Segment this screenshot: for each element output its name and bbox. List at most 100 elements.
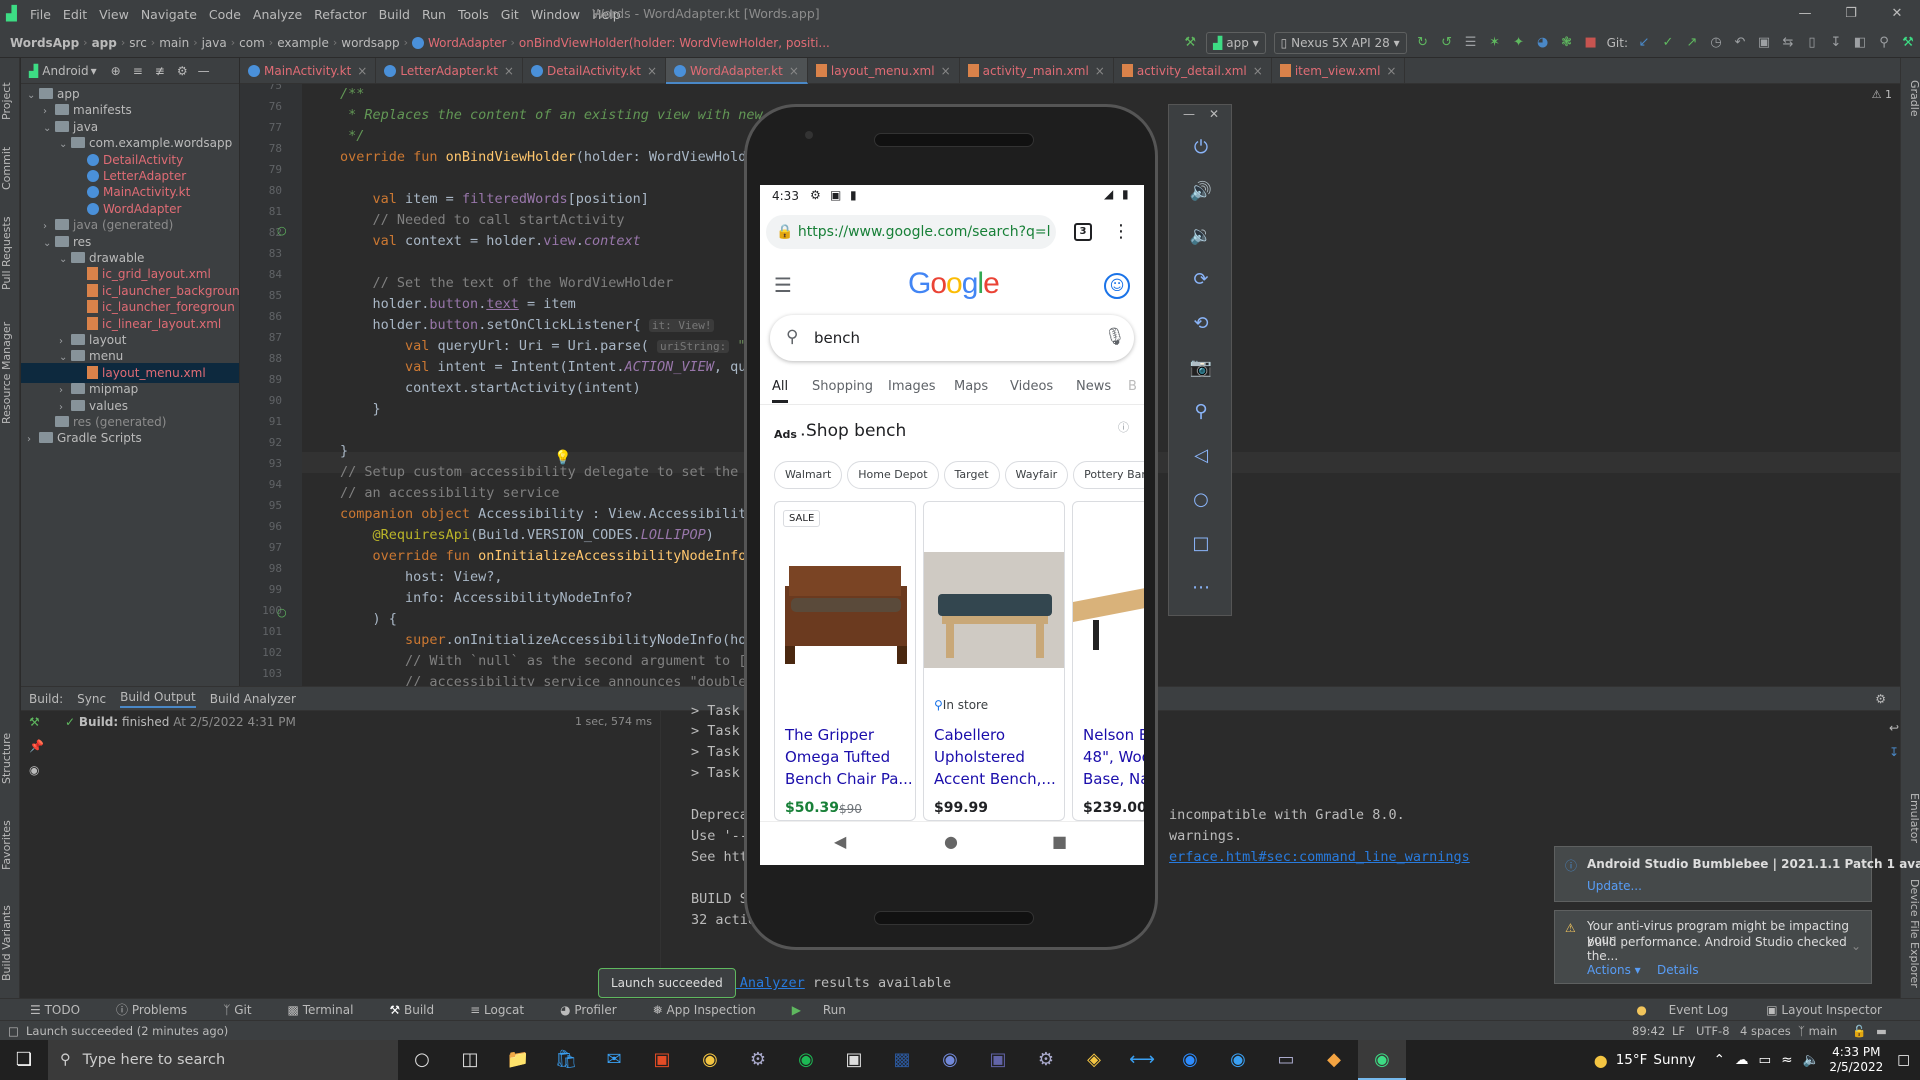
breadcrumb-wordadapter[interactable]: WordAdapter (428, 36, 506, 50)
search-tab-news[interactable]: News (1076, 379, 1111, 394)
rollback-icon[interactable]: ↶ (1730, 33, 1750, 53)
menu-tools[interactable]: Tools (452, 7, 495, 22)
close-icon[interactable]: ✕ (1874, 0, 1920, 28)
caret-position[interactable]: 89:42 (1632, 1021, 1665, 1041)
chevron-right-icon[interactable]: › (27, 430, 39, 448)
breadcrumb-function[interactable]: onBindViewHolder(holder: WordViewHolder,… (519, 36, 830, 50)
build-status-row[interactable]: ✓ Build: finished At 2/5/2022 4:31 PM (65, 715, 296, 729)
close-tab-icon[interactable]: × (504, 64, 514, 78)
apply-changes-icon[interactable]: ↺ (1437, 33, 1457, 53)
chrome-icon[interactable]: ◉ (686, 1040, 734, 1080)
weather-sun-icon[interactable]: ● (1594, 1051, 1608, 1070)
profiler-icon[interactable]: ◕ (1533, 33, 1553, 53)
task-view-icon[interactable]: ◫ (446, 1040, 494, 1080)
close-tab-icon[interactable]: × (357, 64, 367, 78)
logcat-tool-button[interactable]: ≡ Logcat (470, 1003, 542, 1017)
overview-icon[interactable]: □ (1169, 533, 1233, 554)
app-icon[interactable]: ▣ (830, 1040, 878, 1080)
build-tool-button[interactable]: ⚒ Build (389, 1003, 452, 1017)
windows-start-icon[interactable]: ❏ (0, 1040, 48, 1080)
search-tab-more[interactable]: B (1128, 379, 1137, 394)
menu-file[interactable]: File (24, 7, 57, 22)
tab-build-output[interactable]: Build Output (120, 690, 196, 708)
restore-icon[interactable]: ❐ (1828, 0, 1874, 28)
editor-tab[interactable]: DetailActivity.kt × (523, 58, 667, 84)
volume-up-icon[interactable]: 🔊 (1169, 181, 1233, 202)
weather-text[interactable]: Sunny (1653, 1052, 1695, 1068)
memory-icon[interactable]: ▬ (1876, 1021, 1887, 1041)
device-manager-icon[interactable]: ◧ (1850, 33, 1870, 53)
spotify-icon[interactable]: ◉ (782, 1040, 830, 1080)
layout-inspector-button[interactable]: ▣ Layout Inspector (1766, 1003, 1900, 1017)
resource-manager-tool-tab[interactable]: Resource Manager (0, 308, 20, 438)
hamburger-menu-icon[interactable]: ☰ (774, 273, 792, 297)
lock-icon[interactable]: 🔓 (1852, 1021, 1866, 1041)
menu-edit[interactable]: Edit (57, 7, 93, 22)
search-tab-all[interactable]: All (772, 379, 789, 403)
zoom-icon[interactable]: ⚲ (1169, 401, 1233, 422)
history-icon[interactable]: ◷ (1706, 33, 1726, 53)
close-tab-icon[interactable]: × (789, 64, 799, 78)
rotate-left-icon[interactable]: ⟳ (1169, 269, 1233, 290)
editor-tab[interactable]: LetterAdapter.kt × (376, 58, 523, 84)
more-options-icon[interactable]: ⋯ (1169, 577, 1233, 598)
expand-icon[interactable]: ⌄ (1851, 939, 1861, 953)
tree-item[interactable]: › Gradle Scripts (21, 428, 239, 448)
favorites-tool-tab[interactable]: Favorites (0, 810, 20, 880)
override-marker-icon[interactable]: ○ (277, 224, 287, 237)
panel-settings-icon[interactable]: ⚙ (177, 64, 188, 78)
google-logo[interactable]: Google (908, 267, 1000, 301)
git-update-icon[interactable]: ↙ (1634, 33, 1654, 53)
clock[interactable]: 4:33 PM 2/5/2022 (1829, 1045, 1883, 1075)
breadcrumb-src[interactable]: src (129, 36, 147, 50)
vscode-icon[interactable]: ⟷ (1118, 1040, 1166, 1080)
terminal-tool-button[interactable]: ▩ Terminal (288, 1003, 372, 1017)
screenshot-icon[interactable]: 📷 (1169, 357, 1233, 378)
volume-down-icon[interactable]: 🔉 (1169, 225, 1233, 246)
git-branch[interactable]: ᛉ main (1798, 1021, 1837, 1041)
taskbar-search[interactable]: ⚲ Type here to search (48, 1040, 398, 1080)
menu-build[interactable]: Build (373, 7, 416, 22)
console-link[interactable]: erface.html#sec:command_line_warnings (1169, 849, 1470, 865)
avd-manager-icon[interactable]: ▯ (1802, 33, 1822, 53)
git-push-icon[interactable]: ↗ (1682, 33, 1702, 53)
editor-tab[interactable]: WordAdapter.kt × (666, 58, 808, 84)
project-structure-icon[interactable]: ▣ (1754, 33, 1774, 53)
problems-tool-button[interactable]: ⓘ Problems (116, 1001, 205, 1018)
word-icon[interactable]: ▩ (878, 1040, 926, 1080)
back-icon[interactable]: ◁ (1169, 445, 1233, 466)
commit-tool-tab[interactable]: Commit (0, 138, 20, 198)
nav-back-icon[interactable]: ◀ (834, 832, 846, 851)
minimize-icon[interactable]: — (1782, 0, 1828, 28)
cortana-icon[interactable]: ○ (398, 1040, 446, 1080)
teams-icon[interactable]: ▣ (974, 1040, 1022, 1080)
menu-run[interactable]: Run (416, 7, 452, 22)
tray-chevron-icon[interactable]: ⌃ (1714, 1052, 1725, 1068)
hammer-icon[interactable]: ⚒ (1180, 33, 1200, 53)
nav-recents-icon[interactable]: ■ (1052, 832, 1067, 851)
menu-analyze[interactable]: Analyze (247, 7, 308, 22)
notification-center-icon[interactable]: □ (1897, 1052, 1910, 1068)
project-view-select[interactable]: Android (42, 64, 88, 78)
git-commit-icon[interactable]: ✓ (1658, 33, 1678, 53)
tab-build-analyzer[interactable]: Build Analyzer (210, 692, 296, 706)
url-bar[interactable]: 🔒 https://www.google.com/search?q=l (766, 215, 1056, 249)
pin-icon[interactable]: 📌 (29, 739, 44, 753)
search-tab-maps[interactable]: Maps (954, 379, 988, 394)
stop-icon[interactable]: ■ (1581, 33, 1601, 53)
android-studio-taskbar-icon[interactable]: ◉ (1358, 1040, 1406, 1080)
volume-icon[interactable]: 🔈 (1803, 1052, 1820, 1068)
breadcrumb-java[interactable]: java (202, 36, 227, 50)
structure-tool-tab[interactable]: Structure (0, 718, 20, 798)
app-icon[interactable]: ▭ (1262, 1040, 1310, 1080)
hide-panel-icon[interactable]: — (198, 64, 210, 78)
profiler-tool-button[interactable]: ◕ Profiler (560, 1003, 635, 1017)
emulator-minimize-icon[interactable]: — (1183, 107, 1195, 121)
chip-target[interactable]: Target (943, 461, 1000, 489)
search-tab-images[interactable]: Images (888, 379, 936, 394)
close-tab-icon[interactable]: × (941, 64, 951, 78)
app-inspection-tool-button[interactable]: ❅ App Inspection (653, 1003, 774, 1017)
home-icon[interactable]: ○ (1169, 489, 1233, 510)
warnings-count[interactable]: ⚠ 1 (1872, 88, 1892, 101)
indent-setting[interactable]: 4 spaces (1740, 1021, 1791, 1041)
